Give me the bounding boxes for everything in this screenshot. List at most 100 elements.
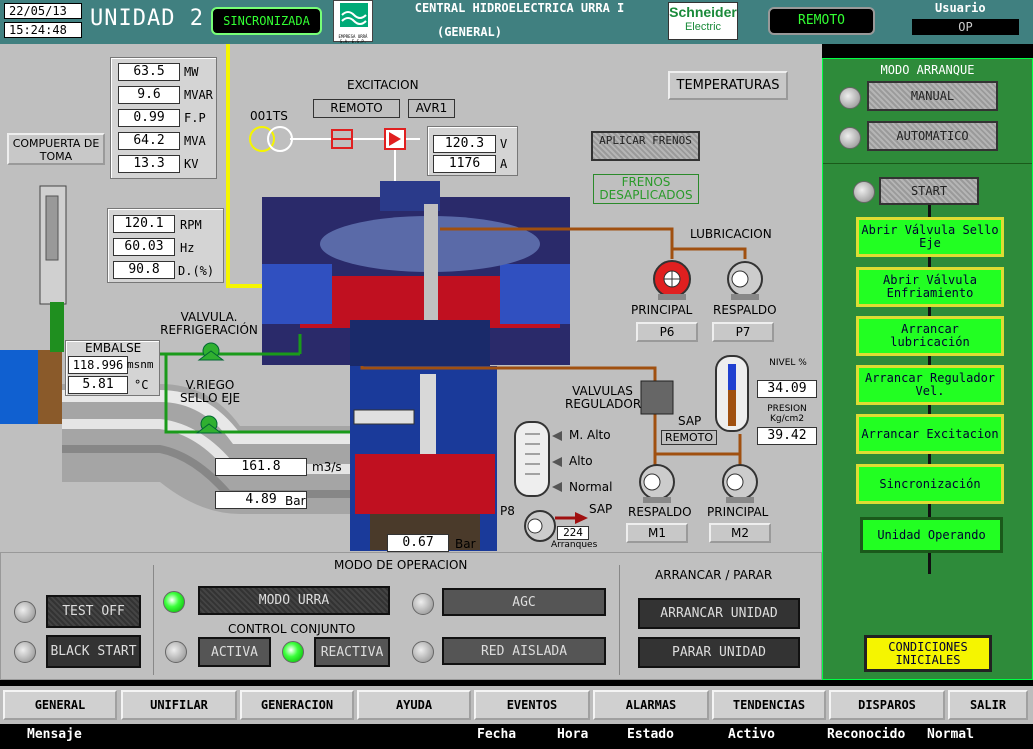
m2-button[interactable]: M2 [709,523,771,543]
exc-current-value: 1176 [433,155,496,173]
dam-wall [38,350,62,424]
aplicar-frenos-button[interactable]: APLICAR FRENOS [591,131,700,161]
fp-unit: F.P [184,111,206,125]
embalse-level-value: 118.996 [68,356,128,374]
automatico-button[interactable]: AUTOMATICO [867,121,998,151]
exc-voltage-value: 120.3 [433,135,496,153]
rpm-value: 120.1 [113,215,175,233]
agc-button[interactable]: AGC [442,588,606,616]
step-arrancar-excitacion[interactable]: Arrancar Excitacion [856,414,1004,454]
lubricacion-label: LUBRICACION [690,227,772,241]
nav-unifilar[interactable]: UNIFILAR [121,690,237,720]
exc-voltage-unit: V [500,137,508,151]
gov-respaldo-label: RESPALDO [628,505,692,519]
excitation-title: EXCITACION [347,78,419,92]
sap-mode: REMOTO [661,430,717,445]
step-abrir-valvula-sello[interactable]: Abrir Válvula Sello Eje [856,217,1004,257]
start-mode-panel: MODO ARRANQUE MANUAL AUTOMATICO START Ab… [822,58,1033,680]
governor-valve-box [640,380,674,415]
process-diagram: 63.5 MW 9.6 MVAR 0.99 F.P 64.2 MVA 13.3 … [0,44,822,552]
mvar-value: 9.6 [118,86,180,104]
automatico-indicator [839,127,861,149]
alarm-col-activo: Activo [728,727,775,742]
gov-pump-principal-icon [722,464,758,503]
step-sincronizacion[interactable]: Sincronización [856,464,1004,504]
p7-button[interactable]: P7 [712,322,774,342]
flow-value: 161.8 [215,458,307,476]
start-mode-title: MODO ARRANQUE [880,63,975,77]
presion-value: 39.42 [757,427,817,445]
frenos-status: FRENOS DESAPLICADOS [593,174,699,204]
gov-principal-label: PRINCIPAL [707,505,769,519]
nav-alarmas[interactable]: ALARMAS [593,690,709,720]
brand-name: Schneider [669,4,737,20]
date-display: 22/05/13 [4,3,82,19]
remote-status-badge: REMOTO [768,7,875,35]
turbine-runner [355,454,495,514]
step-arrancar-regulador[interactable]: Arrancar Regulador Vel. [856,365,1004,405]
alarm-col-mensaje: Mensaje [27,727,82,742]
nav-eventos[interactable]: EVENTOS [474,690,590,720]
valvula-riego-label: V.RIEGO SELLO EJE [179,378,241,405]
hz-unit: Hz [180,241,195,255]
schneider-logo: Schneider Electric [668,2,738,40]
mvar-unit: MVAR [184,88,213,102]
manual-button[interactable]: MANUAL [867,81,998,111]
red-aislada-indicator [412,641,434,663]
excitation-mode: REMOTO [313,99,400,118]
exc-current-unit: A [500,157,508,171]
presion-label: PRESION Kg/cm2 [767,404,807,424]
gov-pump-respaldo-icon [639,464,675,503]
embalse-label: EMBALSE [85,341,142,355]
p6-button[interactable]: P6 [636,322,698,342]
sump-alto-label: Alto [569,454,593,468]
sump-tank [514,421,550,497]
modo-urra-button[interactable]: MODO URRA [198,586,390,615]
compuerta-toma-button[interactable]: COMPUERTA DE TOMA [7,133,105,165]
step-arrancar-lubricacion[interactable]: Arrancar lubricación [856,316,1004,356]
p8-label: P8 [500,504,515,518]
nav-bar: GENERAL UNIFILAR GENERACION AYUDA EVENTO… [0,686,1033,724]
unit-title: UNIDAD 2 [90,6,204,31]
step-unidad-operando[interactable]: Unidad Operando [860,517,1003,553]
arrancar-unidad-button[interactable]: ARRANCAR UNIDAD [638,598,800,629]
mw-unit: MW [184,65,199,79]
alarm-col-normal: Normal [927,727,974,742]
sap-arrow-icon [575,512,588,524]
draft-pressure-unit: Bar [455,537,476,551]
nav-tendencias[interactable]: TENDENCIAS [712,690,826,720]
nav-disparos[interactable]: DISPAROS [829,690,945,720]
step-abrir-valvula-enfriamiento[interactable]: Abrir Válvula Enfriamiento [856,267,1004,307]
operation-mode-title: MODO DE OPERACION [334,558,468,572]
logo-text: EMPRESA URRÁ S.A. E.S.P. [338,34,368,44]
temperaturas-button[interactable]: TEMPERATURAS [668,71,788,100]
reactiva-indicator [282,641,304,663]
logo-icon [340,3,368,27]
company-logo: EMPRESA URRÁ S.A. E.S.P. [333,0,373,44]
nav-salir[interactable]: SALIR [948,690,1028,720]
reservoir-water [0,350,40,424]
nav-generacion[interactable]: GENERACION [240,690,354,720]
top-bar: 22/05/13 15:24:48 UNIDAD 2 SINCRONIZADA … [0,0,1033,44]
test-off-button[interactable]: TEST OFF [46,595,141,628]
activa-button[interactable]: ACTIVA [198,637,271,667]
condiciones-iniciales-button[interactable]: CONDICIONES INICIALES [864,635,992,672]
alarm-col-hora: Hora [557,727,589,742]
activa-indicator [165,641,187,663]
arranques-value: 224 [557,526,589,540]
control-conjunto-label: CONTROL CONJUNTO [228,622,356,636]
breaker-label: 001TS [250,109,288,123]
start-button[interactable]: START [879,177,979,205]
sump-malto-label: M. Alto [569,428,611,442]
parar-unidad-button[interactable]: PARAR UNIDAD [638,637,800,668]
plant-title: CENTRAL HIDROELECTRICA URRA I [414,1,625,15]
nav-general[interactable]: GENERAL [3,690,117,720]
hz-value: 60.03 [113,238,175,256]
black-start-button[interactable]: BLACK START [46,635,141,668]
draft-pressure-value: 0.67 [387,534,449,552]
reactiva-button[interactable]: REACTIVA [314,637,390,667]
nav-ayuda[interactable]: AYUDA [357,690,471,720]
m1-button[interactable]: M1 [626,523,688,543]
embalse-level-unit: msnm [127,358,154,371]
red-aislada-button[interactable]: RED AISLADA [442,637,606,665]
